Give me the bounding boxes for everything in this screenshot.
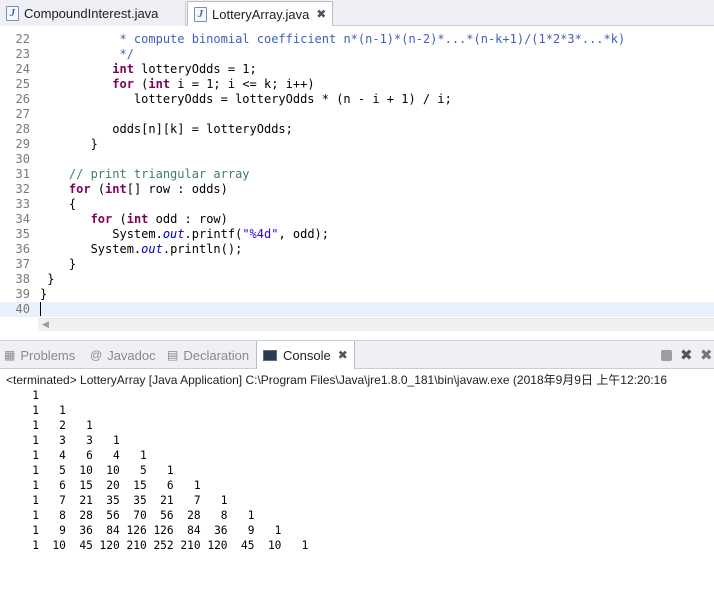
console-icon [263,349,277,361]
code-line[interactable]: 39} [0,287,714,302]
line-number: 34 [15,212,30,226]
line-number: 30 [15,152,30,166]
console-toolbar: ✖ ✖ [661,345,714,365]
code-text: System.out.printf("%4d", odd); [40,227,330,241]
javadoc-icon: @ [90,348,103,362]
code-line[interactable]: 36 System.out.println(); [0,242,714,257]
code-text: odds[n][k] = lotteryOdds; [40,122,293,136]
code-text: lotteryOdds = lotteryOdds * (n - i + 1) … [40,92,452,106]
code-line[interactable]: 25 for (int i = 1; i <= k; i++) [0,77,714,92]
tab-label: CompoundInterest.java [24,6,159,21]
console-line: 1 2 1 [12,419,93,432]
code-line[interactable]: 33 { [0,197,714,212]
declaration-icon: ▤ [167,348,179,362]
tab-lottery-array[interactable]: J LotteryArray.java ✖ [187,1,333,26]
java-file-icon: J [194,6,207,22]
remove-all-terminated-icon[interactable]: ✖ [700,348,714,363]
console-line: 1 5 10 10 5 1 [12,464,174,477]
code-line[interactable]: 22 * compute binomial coefficient n*(n-1… [0,32,714,47]
console-line: 1 6 15 20 15 6 1 [12,479,201,492]
line-number: 28 [15,122,30,136]
console-line: 1 4 6 4 1 [12,449,147,462]
code-line[interactable]: 38 } [0,272,714,287]
console-line: 1 [12,389,39,402]
code-text: System.out.println(); [40,242,243,256]
view-tab-bar: ▦ Problems @ Javadoc ▤ Declaration Conso… [0,340,714,369]
line-number: 24 [15,62,30,76]
code-text: for (int odd : row) [90,212,228,226]
tab-label: Javadoc [107,347,156,363]
code-line[interactable]: 24 int lotteryOdds = 1; [0,62,714,77]
tab-declaration[interactable]: ▤ Declaration [167,341,249,369]
code-text: { [40,197,77,211]
code-line[interactable]: 37 } [0,257,714,272]
scroll-left-icon[interactable]: ◀ [42,319,49,331]
tab-label: Console [283,347,331,363]
close-icon[interactable]: ✖ [338,348,348,362]
line-number: 33 [15,197,30,211]
tab-javadoc[interactable]: @ Javadoc [90,341,156,369]
terminate-icon[interactable] [661,349,672,361]
line-number: 31 [15,167,30,181]
code-line[interactable]: 26 lotteryOdds = lotteryOdds * (n - i + … [0,92,714,107]
tab-console[interactable]: Console ✖ [256,341,355,369]
tab-label: Problems [20,347,76,363]
console-line: 1 10 45 120 210 252 210 120 45 10 1 [12,539,309,552]
line-number: 35 [15,227,30,241]
code-text: } [40,137,98,151]
console-line: 1 3 3 1 [12,434,120,447]
line-number: 29 [15,137,30,151]
code-text: int lotteryOdds = 1; [112,62,257,76]
line-number: 37 [15,257,30,271]
editor-tab-bar: J CompoundInterest.java J LotteryArray.j… [0,0,714,26]
code-text: for (int[] row : odds) [68,182,228,196]
code-line[interactable]: 31 // print triangular array [0,167,714,182]
code-line[interactable]: 40 [0,302,714,317]
code-text: * compute binomial coefficient n*(n-1)*(… [119,32,626,46]
line-number: 36 [15,242,30,256]
tab-label: LotteryArray.java [212,6,310,22]
code-line[interactable]: 27 [0,107,714,122]
code-line[interactable]: 32 for (int[] row : odds) [0,182,714,197]
line-number: 23 [15,47,30,61]
code-text: } [40,272,55,286]
java-file-icon: J [6,6,19,21]
code-editor[interactable]: 22 * compute binomial coefficient n*(n-1… [0,26,714,331]
close-icon[interactable]: ✖ [316,7,326,21]
line-number: 26 [15,92,30,106]
line-number: 40 [15,302,30,316]
code-line[interactable]: 23 */ [0,47,714,62]
code-line[interactable]: 34 for (int odd : row) [0,212,714,227]
code-text: } [40,287,48,301]
code-text: // print triangular array [68,167,250,181]
line-number: 22 [15,32,30,46]
tab-compound-interest[interactable]: J CompoundInterest.java [0,1,186,26]
text-caret [40,302,41,316]
line-number: 32 [15,182,30,196]
code-line[interactable]: 28 odds[n][k] = lotteryOdds; [0,122,714,137]
horizontal-scrollbar[interactable]: ◀ [38,318,714,331]
line-number: 38 [15,272,30,286]
code-text: for (int i = 1; i <= k; i++) [112,77,315,91]
console-header: <terminated> LotteryArray [Java Applicat… [6,373,668,387]
line-number: 39 [15,287,30,301]
line-number: 25 [15,77,30,91]
code-text: } [40,257,77,271]
console-line: 1 9 36 84 126 126 84 36 9 1 [12,524,282,537]
console-line: 1 8 28 56 70 56 28 8 1 [12,509,255,522]
problems-icon: ▦ [4,348,16,362]
code-line[interactable]: 35 System.out.printf("%4d", odd); [0,227,714,242]
console-line: 1 1 [12,404,66,417]
tab-label: Declaration [183,347,250,363]
remove-launch-icon[interactable]: ✖ [680,348,693,363]
code-line[interactable]: 30 [0,152,714,167]
code-line[interactable]: 29 } [0,137,714,152]
tab-problems[interactable]: ▦ Problems [4,341,75,369]
line-number: 27 [15,107,30,121]
console-line: 1 7 21 35 35 21 7 1 [12,494,228,507]
code-text [40,302,41,317]
code-text: */ [119,47,134,61]
